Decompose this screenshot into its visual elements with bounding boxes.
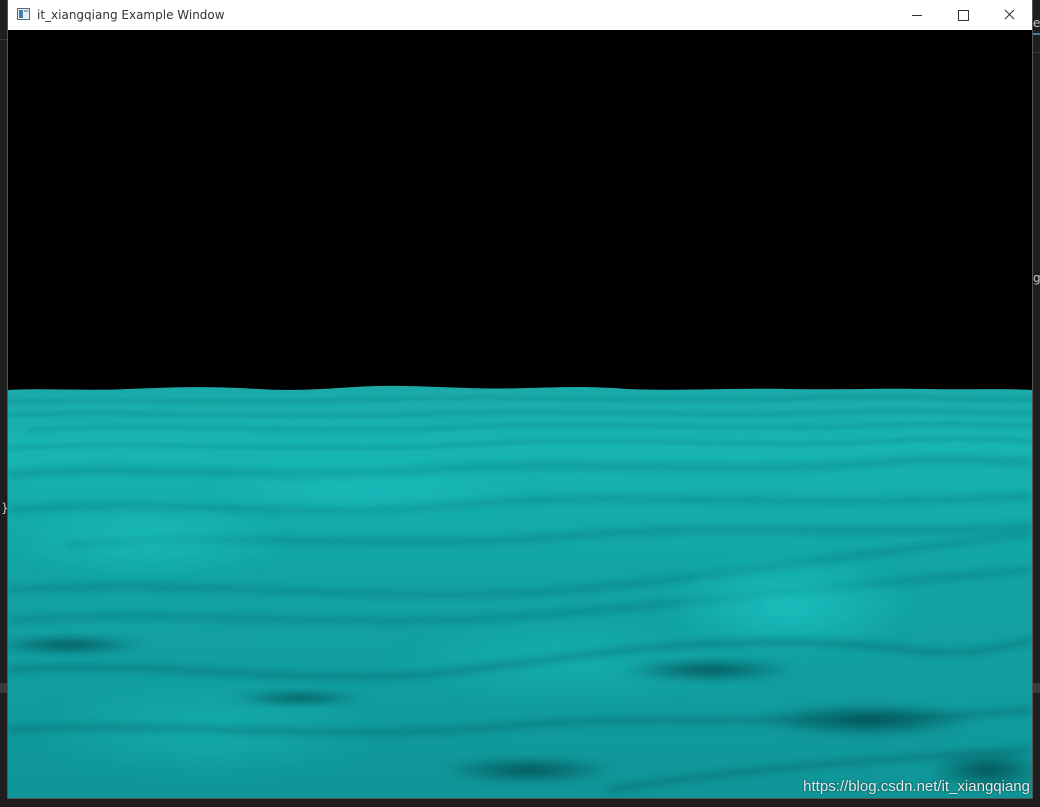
background-text-fragment: g — [1033, 271, 1040, 285]
window-title: it_xiangqiang Example Window — [37, 8, 225, 22]
background-panel-divider-right — [1032, 683, 1040, 693]
title-bar[interactable]: it_xiangqiang Example Window — [8, 0, 1032, 30]
background-line — [1032, 52, 1040, 53]
close-button[interactable] — [986, 0, 1032, 30]
background-text-fragment: ex — [1033, 16, 1040, 30]
maximize-button[interactable] — [940, 0, 986, 30]
minimize-button[interactable] — [894, 0, 940, 30]
sky — [8, 30, 1032, 392]
ocean-scene — [8, 30, 1032, 798]
background-panel-divider-left — [0, 683, 8, 693]
background-tab-indicator — [1032, 33, 1040, 35]
background-ide-bottom — [0, 798, 1040, 807]
example-window: it_xiangqiang Example Window https://blo… — [8, 0, 1032, 798]
render-viewport[interactable]: https://blog.csdn.net/it_xiangqiang — [8, 30, 1032, 798]
app-window-icon[interactable] — [17, 8, 30, 20]
background-line — [0, 39, 8, 40]
watermark-url: https://blog.csdn.net/it_xiangqiang — [803, 778, 1030, 795]
